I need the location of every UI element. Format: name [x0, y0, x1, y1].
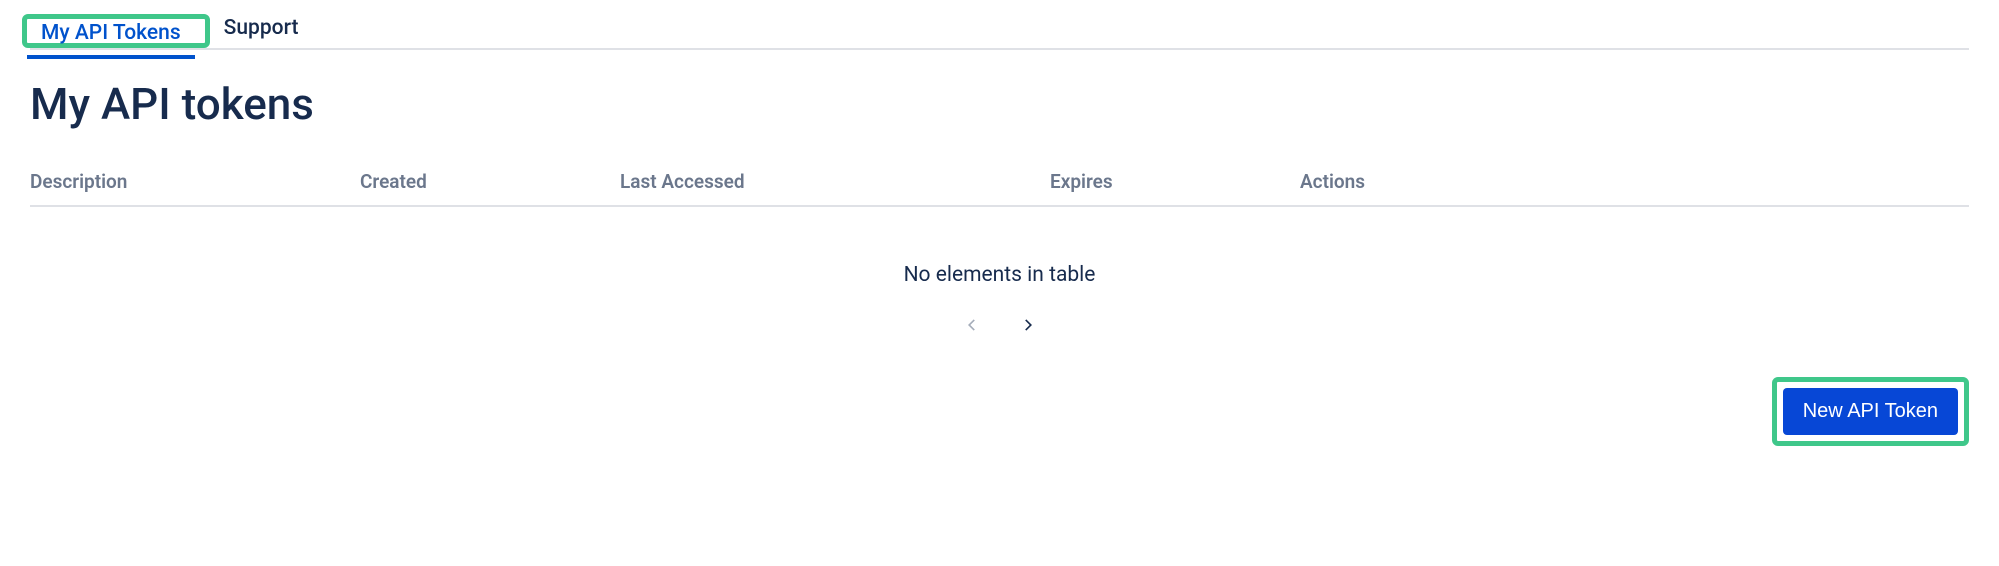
highlight-new-api-token: New API Token [1772, 377, 1969, 446]
new-api-token-button[interactable]: New API Token [1783, 388, 1958, 435]
action-button-row: New API Token [30, 377, 1969, 446]
tab-bar: My API Tokens Support [30, 4, 1969, 50]
tab-support[interactable]: Support [210, 6, 313, 50]
col-header-last-accessed: Last Accessed [620, 170, 1050, 193]
table-empty-message: No elements in table [30, 207, 1969, 311]
col-header-description: Description [30, 170, 360, 193]
col-header-expires: Expires [1050, 170, 1300, 193]
table-header-row: Description Created Last Accessed Expire… [30, 170, 1969, 207]
col-header-created: Created [360, 170, 620, 193]
pagination [30, 311, 1969, 363]
col-header-actions: Actions [1300, 170, 1969, 193]
chevron-right-icon [1018, 315, 1038, 335]
chevron-left-icon [962, 315, 982, 335]
tokens-table: Description Created Last Accessed Expire… [30, 170, 1969, 363]
page-title: My API tokens [30, 78, 1969, 130]
pager-prev-button[interactable] [958, 311, 986, 339]
pager-next-button[interactable] [1014, 311, 1042, 339]
highlight-tab-my-api-tokens: My API Tokens [22, 14, 210, 48]
page-container: My API Tokens Support My API tokens Desc… [0, 4, 1999, 506]
tab-my-api-tokens[interactable]: My API Tokens [27, 11, 195, 59]
